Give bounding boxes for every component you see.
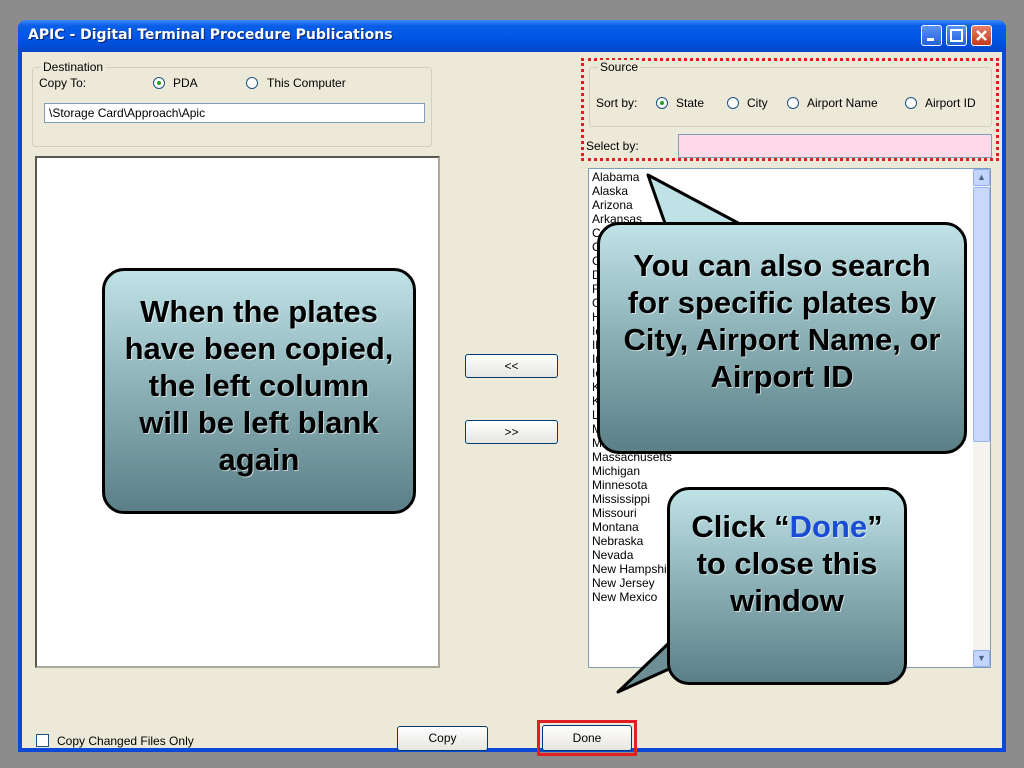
bottom-callout: Click “Done” to close this window <box>667 487 907 685</box>
bottom-callout-done-highlight: Done <box>789 509 868 544</box>
bottom-callout-pre: Click “ <box>691 509 790 544</box>
